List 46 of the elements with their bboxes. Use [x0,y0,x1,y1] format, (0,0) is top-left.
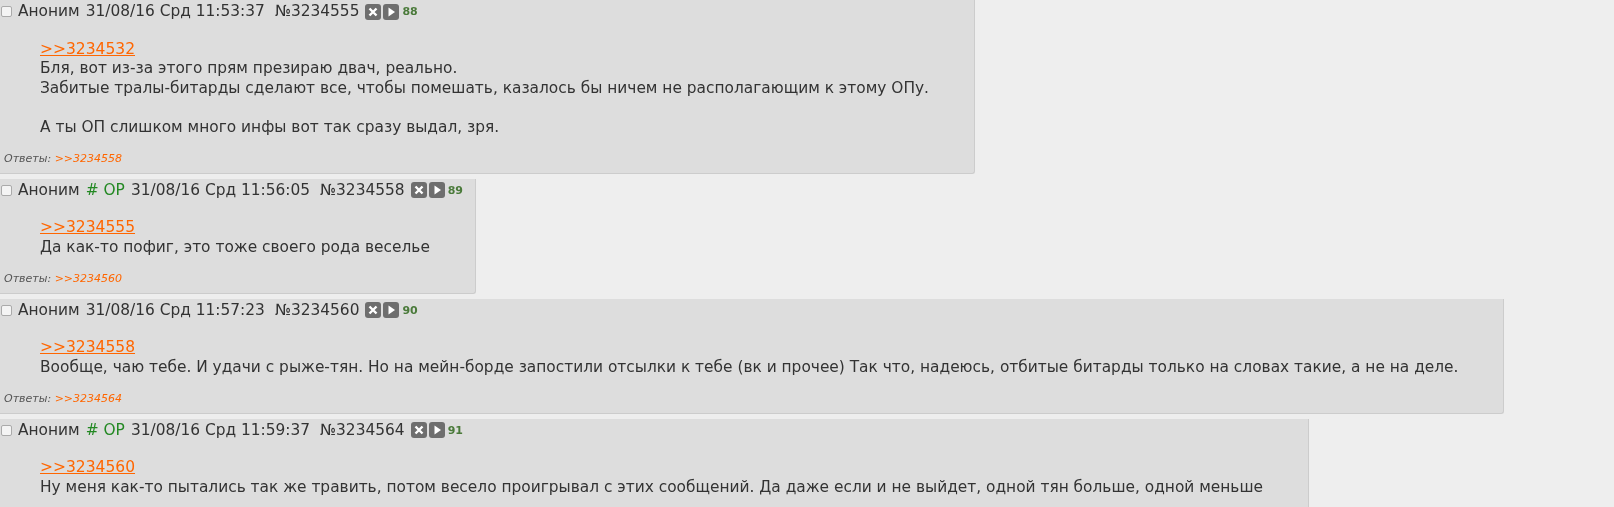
play-icon[interactable] [428,422,445,439]
message-text: Да как-то пофиг, это тоже своего рода веселье [40,237,430,257]
post-date: 31/08/16 Срд 11:57:23 [85,300,265,320]
play-icon[interactable] [383,302,400,319]
hide-icon[interactable] [410,182,427,199]
message-text: А ты ОП слишком много инфы вот так сразу выдал, зря. [40,117,501,137]
reply-link[interactable]: >>3234564 [54,392,123,405]
post-date: 31/08/16 Срд 11:53:37 [85,2,265,22]
reply-link[interactable]: >>3234560 [54,272,123,285]
author-name: Аноним [18,180,80,200]
replies-label: Ответы: [4,392,52,405]
op-tag: # OP [85,420,125,440]
message-text: Вообще, чаю тебе. И удачи с рыже-тян. Но на мейн-борде запостили отсылки к тебе (вк и прочее) Так что, надеюсь, отбитые битарды только на словах такие, а не на деле. [40,357,1459,377]
post-date: 31/08/16 Срд 11:56:05 [130,180,311,200]
post-number[interactable]: №3234560 [274,300,360,320]
post-number[interactable]: №3234564 [320,420,405,440]
author-name: Аноним [18,420,80,440]
replies-label: Ответы: [4,272,52,285]
author-name: Аноним [18,2,80,22]
quote-link[interactable]: >>3234558 [40,338,135,358]
post-index: 89 [447,182,463,199]
play-icon[interactable] [428,182,445,199]
quote-link[interactable]: >>3234560 [40,458,135,478]
message-text: Забитые тралы-битарды сделают все, чтобы помешать, казалось бы ничем не располагающим к этому ОПу. [40,78,929,98]
checkbox[interactable] [1,184,12,196]
post-index: 88 [402,4,418,20]
message-text: Бля, вот из-за этого прям презираю двач, реально. [40,59,459,79]
hide-icon[interactable] [365,302,382,319]
checkbox[interactable] [1,6,12,18]
hide-icon[interactable] [365,3,382,20]
op-tag: # OP [85,180,125,200]
quote-link[interactable]: >>3234532 [40,39,135,59]
post-number[interactable]: №3234555 [274,2,360,22]
replies-label: Ответы: [4,152,52,165]
checkbox[interactable] [1,424,12,436]
hide-icon[interactable] [410,422,427,439]
checkbox[interactable] [1,304,12,316]
reply-link[interactable]: >>3234558 [54,152,123,165]
post-index: 90 [402,302,418,319]
author-name: Аноним [18,300,80,320]
post-date: 31/08/16 Срд 11:59:37 [130,420,311,440]
quote-link[interactable]: >>3234555 [40,218,135,238]
post-index: 91 [447,422,463,439]
post-number[interactable]: №3234558 [320,180,405,200]
play-icon[interactable] [383,3,400,20]
message-text: Ну меня как-то пытались так же травить, потом весело проигрывал с этих сообщений. Да даже если и не выйдет, одной тян больше, одной меньше [40,477,1263,497]
